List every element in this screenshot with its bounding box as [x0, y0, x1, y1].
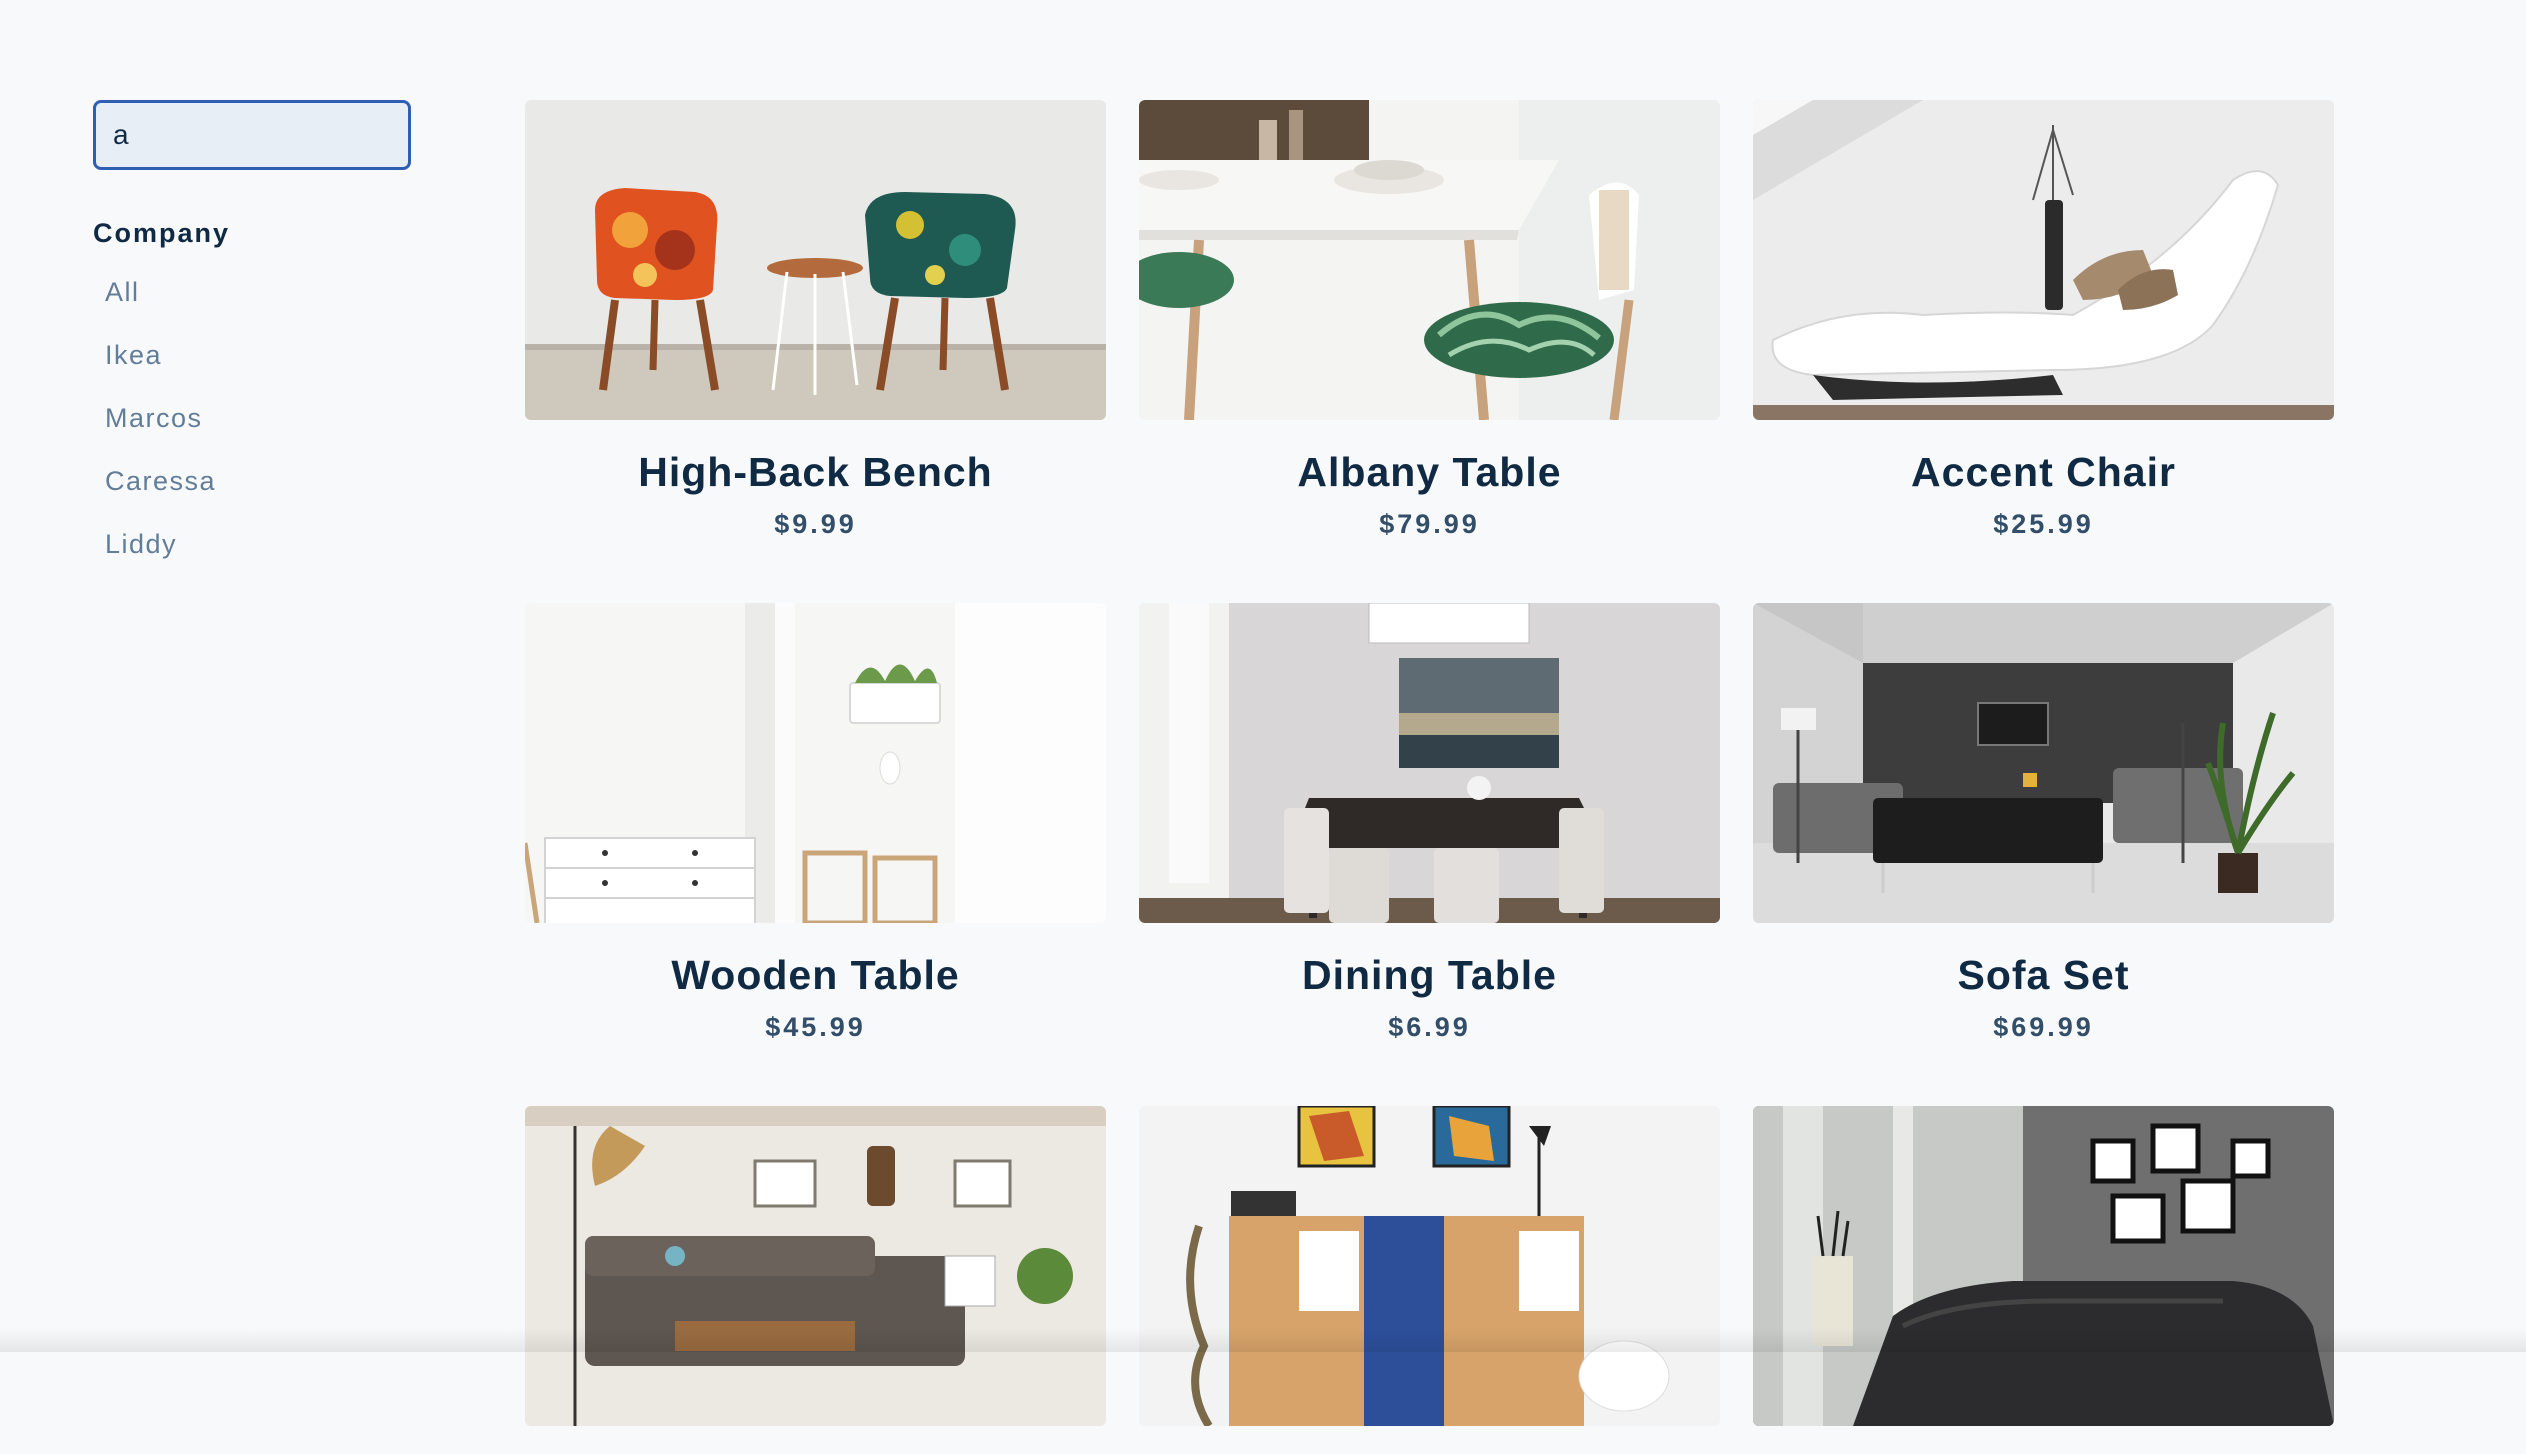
product-name: Sofa Set — [1753, 951, 2334, 1000]
product-image-dark-dining-table[interactable] — [1139, 603, 1720, 923]
product-image-accent-chairs[interactable] — [525, 100, 1106, 420]
filters-sidebar: Company All Ikea Marcos Caressa Liddy — [93, 100, 413, 576]
product-card[interactable]: Wooden Table $45.99 — [525, 603, 1106, 1043]
product-image-dining-table[interactable] — [1139, 100, 1720, 420]
product-image-sofa-set[interactable] — [1753, 603, 2334, 923]
product-card[interactable] — [1139, 1106, 1720, 1454]
product-price: $9.99 — [525, 509, 1106, 540]
company-filter-marcos[interactable]: Marcos — [93, 387, 413, 450]
product-image-white-room[interactable] — [525, 603, 1106, 923]
product-card[interactable]: Dining Table $6.99 — [1139, 603, 1720, 1043]
product-card[interactable] — [525, 1106, 1106, 1454]
product-price: $6.99 — [1139, 1012, 1720, 1043]
products-grid: High-Back Bench $9.99 — [525, 100, 2334, 1454]
product-name: Wooden Table — [525, 951, 1106, 1000]
product-price: $69.99 — [1753, 1012, 2334, 1043]
product-image-colorful-cabinet[interactable] — [1139, 1106, 1720, 1426]
bottom-shadow — [0, 1328, 2526, 1352]
product-name: High-Back Bench — [525, 448, 1106, 497]
product-card[interactable] — [1753, 1106, 2334, 1454]
product-card[interactable]: Accent Chair $25.99 — [1753, 100, 2334, 540]
company-filter-ikea[interactable]: Ikea — [93, 324, 413, 387]
company-filter-list: All Ikea Marcos Caressa Liddy — [93, 261, 413, 576]
company-filter-title: Company — [93, 218, 413, 249]
product-price: $25.99 — [1753, 509, 2334, 540]
product-image-chaise-lounge[interactable] — [1753, 100, 2334, 420]
search-input[interactable] — [93, 100, 411, 170]
product-card[interactable]: Sofa Set $69.99 — [1753, 603, 2334, 1043]
product-name: Accent Chair — [1753, 448, 2334, 497]
product-card[interactable]: Albany Table $79.99 — [1139, 100, 1720, 540]
product-name: Albany Table — [1139, 448, 1720, 497]
product-name: Dining Table — [1139, 951, 1720, 1000]
product-image-rustic-living-room[interactable] — [525, 1106, 1106, 1426]
company-filter-caressa[interactable]: Caressa — [93, 450, 413, 513]
product-price: $45.99 — [525, 1012, 1106, 1043]
product-card[interactable]: High-Back Bench $9.99 — [525, 100, 1106, 540]
product-image-dark-sectional[interactable] — [1753, 1106, 2334, 1426]
company-filter-all[interactable]: All — [93, 261, 413, 324]
product-price: $79.99 — [1139, 509, 1720, 540]
company-filter-liddy[interactable]: Liddy — [93, 513, 413, 576]
